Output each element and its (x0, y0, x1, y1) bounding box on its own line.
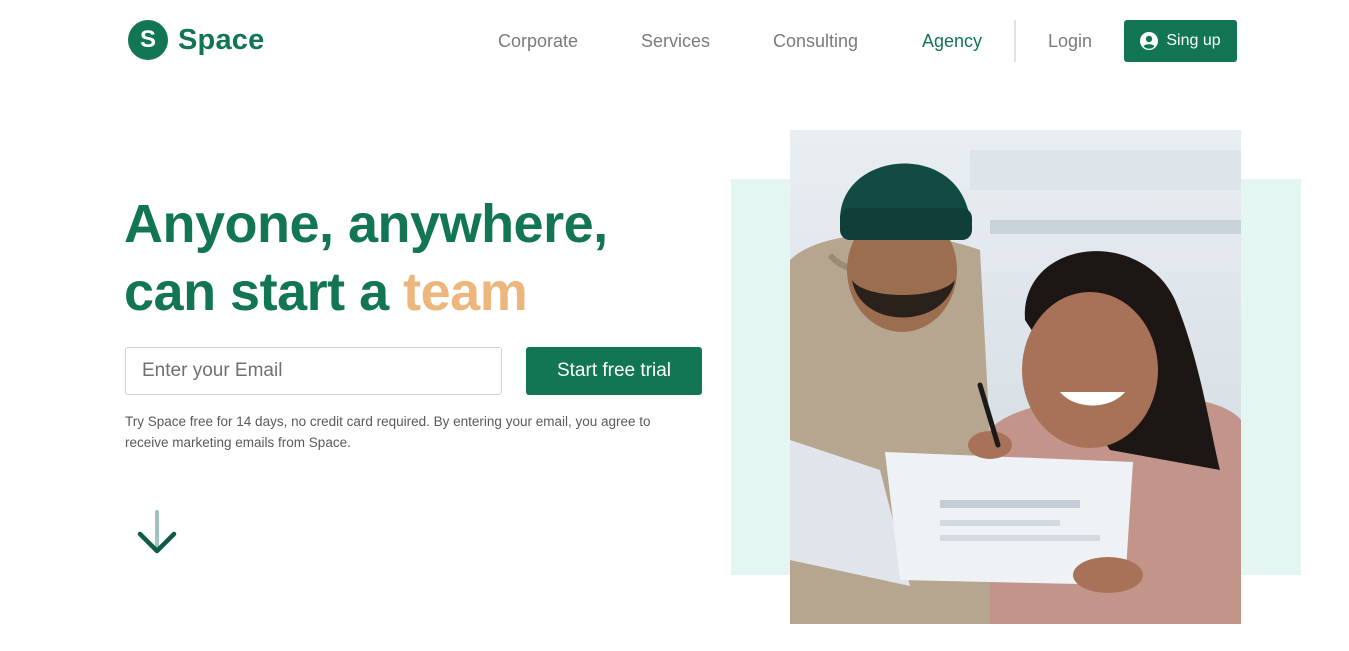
signup-label: Sing up (1166, 32, 1221, 49)
email-input[interactable] (125, 347, 502, 395)
logo[interactable]: S Space (128, 20, 264, 60)
nav-divider (1014, 20, 1016, 62)
user-circle-icon (1140, 32, 1159, 50)
headline-line-1: Anyone, anywhere, (124, 194, 608, 254)
brand-name: Space (178, 23, 265, 56)
headline-accent-word: team (403, 262, 528, 322)
login-link[interactable]: Login (1048, 20, 1092, 62)
headline-line-2: can start a (124, 262, 404, 322)
hero-photo (790, 130, 1241, 624)
hero-headline: Anyone, anywhere, can start a team (124, 190, 608, 326)
signup-button[interactable]: Sing up (1124, 20, 1237, 62)
nav-item-corporate[interactable]: Corporate (498, 20, 578, 62)
nav-item-services[interactable]: Services (641, 20, 710, 62)
nav-item-consulting[interactable]: Consulting (773, 20, 858, 62)
arrow-down-icon[interactable] (137, 510, 177, 558)
logo-icon: S (128, 20, 168, 60)
site-header: S Space Corporate Services Consulting Ag… (0, 0, 1349, 82)
nav-item-agency[interactable]: Agency (922, 20, 982, 62)
start-trial-button[interactable]: Start free trial (526, 347, 702, 395)
disclaimer-text: Try Space free for 14 days, no credit ca… (125, 414, 651, 450)
